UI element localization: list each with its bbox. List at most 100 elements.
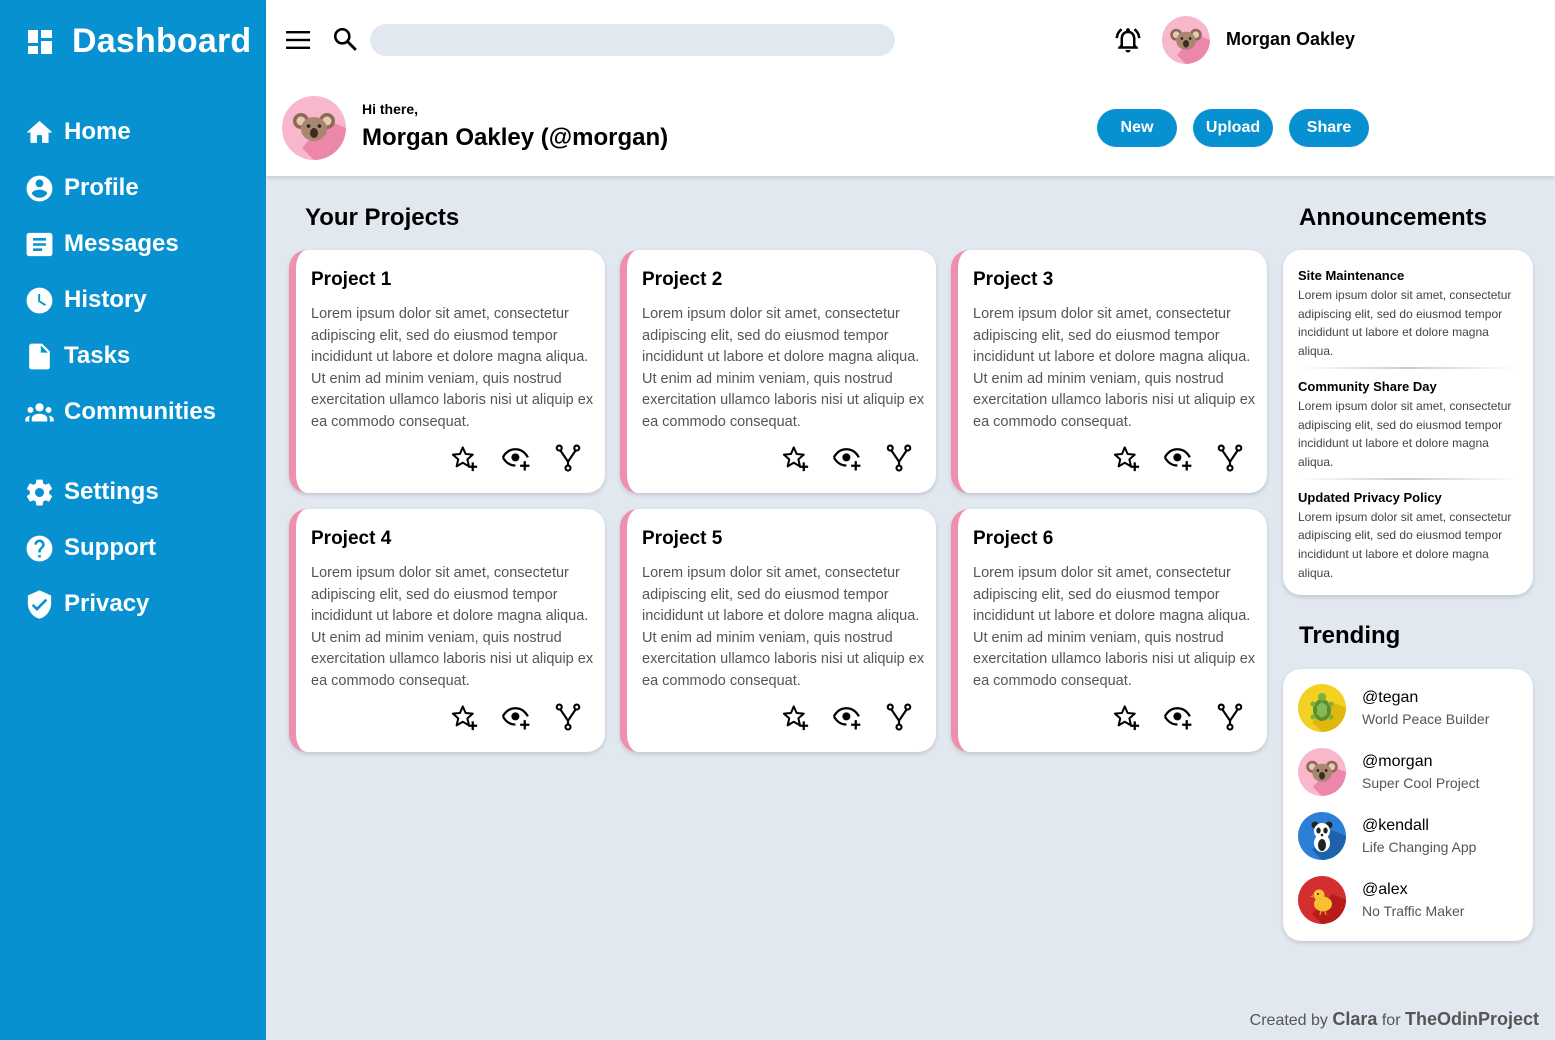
fork-icon[interactable] [884,443,914,473]
project-description: Lorem ipsum dolor sit amet, consectetur … [311,565,594,689]
project-actions [449,443,583,473]
announcement-item[interactable]: Updated Privacy Policy Lorem ipsum dolor… [1298,480,1518,583]
greeting-text: Hi there, [362,101,419,117]
trending-handle: @tegan [1362,689,1419,706]
turtle-icon [1310,693,1346,732]
sidebar-item-history[interactable]: History [24,272,216,328]
user-avatar[interactable] [1162,16,1210,64]
sidebar-item-label: Support [64,534,156,561]
share-button[interactable]: Share [1289,109,1369,147]
trending-desc: Life Changing App [1362,839,1477,855]
trending-item[interactable]: @kendall Life Changing App [1298,812,1476,860]
sidebar-item-messages[interactable]: Messages [24,216,216,272]
fork-icon[interactable] [1215,702,1245,732]
footer-author[interactable]: Clara [1332,1009,1377,1029]
fork-icon[interactable] [553,443,583,473]
project-card[interactable]: Project 2 Lorem ipsum dolor sit amet, con… [620,250,936,493]
home-icon [26,120,53,143]
star-plus-icon[interactable] [780,702,810,732]
footer-prefix: Created by [1249,1012,1328,1029]
sidebar-item-settings[interactable]: Settings [24,464,216,520]
bell-icon[interactable] [1113,25,1143,55]
project-actions [780,443,914,473]
sidebar-item-label: Tasks [64,342,131,369]
project-title: Project 4 [311,528,392,549]
eye-plus-icon[interactable] [1163,702,1193,732]
project-card[interactable]: Project 4 Lorem ipsum dolor sit amet, con… [289,509,605,752]
shield-check-icon [27,589,52,619]
project-title: Project 5 [642,528,723,549]
eye-plus-icon[interactable] [501,443,531,473]
project-actions [780,702,914,732]
project-title: Project 6 [973,528,1054,549]
upload-button[interactable]: Upload [1193,109,1273,147]
trending-handle: @morgan [1362,753,1433,770]
user-name[interactable]: Morgan Oakley [1226,29,1355,50]
sidebar-item-privacy[interactable]: Privacy [24,576,216,632]
project-card[interactable]: Project 6 Lorem ipsum dolor sit amet, con… [951,509,1267,752]
sidebar-item-label: Settings [64,478,159,505]
trending-title: Trending [1299,622,1401,649]
star-plus-icon[interactable] [780,443,810,473]
project-card[interactable]: Project 3 Lorem ipsum dolor sit amet, con… [951,250,1267,493]
nav-gap [24,440,216,464]
koala-icon [1298,748,1346,796]
eye-plus-icon[interactable] [1163,443,1193,473]
file-icon [29,343,50,369]
footer-middle: for [1381,1012,1401,1029]
project-description: Lorem ipsum dolor sit amet, consectetur … [973,306,1256,430]
eye-plus-icon[interactable] [832,443,862,473]
avatar [1298,876,1346,924]
help-circle-icon [26,535,53,561]
fork-icon[interactable] [884,702,914,732]
sidebar-item-label: Messages [64,230,179,257]
sidebar-item-home[interactable]: Home [24,104,216,160]
trending-item[interactable]: @morgan Super Cool Project [1298,748,1480,796]
clock-icon [26,287,53,313]
project-description: Lorem ipsum dolor sit amet, consectetur … [642,306,925,430]
announcements-panel: Site Maintenance Lorem ipsum dolor sit a… [1283,250,1533,595]
menu-icon[interactable] [286,28,310,52]
star-plus-icon[interactable] [449,702,479,732]
trending-handle: @kendall [1362,817,1429,834]
sidebar-item-support[interactable]: Support [24,520,216,576]
project-card[interactable]: Project 5 Lorem ipsum dolor sit amet, con… [620,509,936,752]
sidebar-item-label: Home [64,118,131,145]
search-icon[interactable] [332,26,358,52]
brand[interactable]: Dashboard [26,22,251,61]
project-actions [1111,702,1245,732]
project-description: Lorem ipsum dolor sit amet, consectetur … [311,306,594,430]
star-plus-icon[interactable] [449,443,479,473]
avatar [1298,812,1346,860]
trending-desc: Super Cool Project [1362,775,1480,791]
announcement-title: Site Maintenance [1298,268,1405,283]
sidebar-item-profile[interactable]: Profile [24,160,216,216]
fork-icon[interactable] [553,702,583,732]
search-input[interactable] [370,24,895,56]
avatar [1298,684,1346,732]
sidebar: Dashboard Home Profile Messages History … [0,0,266,1040]
project-actions [449,702,583,732]
profile-avatar [282,96,346,160]
announcement-item[interactable]: Site Maintenance Lorem ipsum dolor sit a… [1298,250,1518,369]
sidebar-nav: Home Profile Messages History Tasks Comm… [24,104,216,632]
messages-icon [26,232,53,256]
sidebar-item-tasks[interactable]: Tasks [24,328,216,384]
new-button[interactable]: New [1097,109,1177,147]
announcement-title: Updated Privacy Policy [1298,489,1442,505]
eye-plus-icon[interactable] [832,702,862,732]
announcement-item[interactable]: Community Share Day Lorem ipsum dolor si… [1298,369,1518,480]
star-plus-icon[interactable] [1111,443,1141,473]
footer-org[interactable]: TheOdinProject [1405,1009,1539,1029]
project-title: Project 1 [311,269,392,290]
star-plus-icon[interactable] [1111,702,1141,732]
trending-item[interactable]: @tegan World Peace Builder [1298,684,1489,732]
fork-icon[interactable] [1215,443,1245,473]
trending-item[interactable]: @alex No Traffic Maker [1298,876,1464,924]
eye-plus-icon[interactable] [501,702,531,732]
people-icon [25,402,54,422]
sidebar-item-communities[interactable]: Communities [24,384,216,440]
trending-handle: @alex [1362,881,1408,898]
project-card[interactable]: Project 1 Lorem ipsum dolor sit amet, con… [289,250,605,493]
announcement-body: Lorem ipsum dolor sit amet, consectetur … [1298,398,1512,469]
